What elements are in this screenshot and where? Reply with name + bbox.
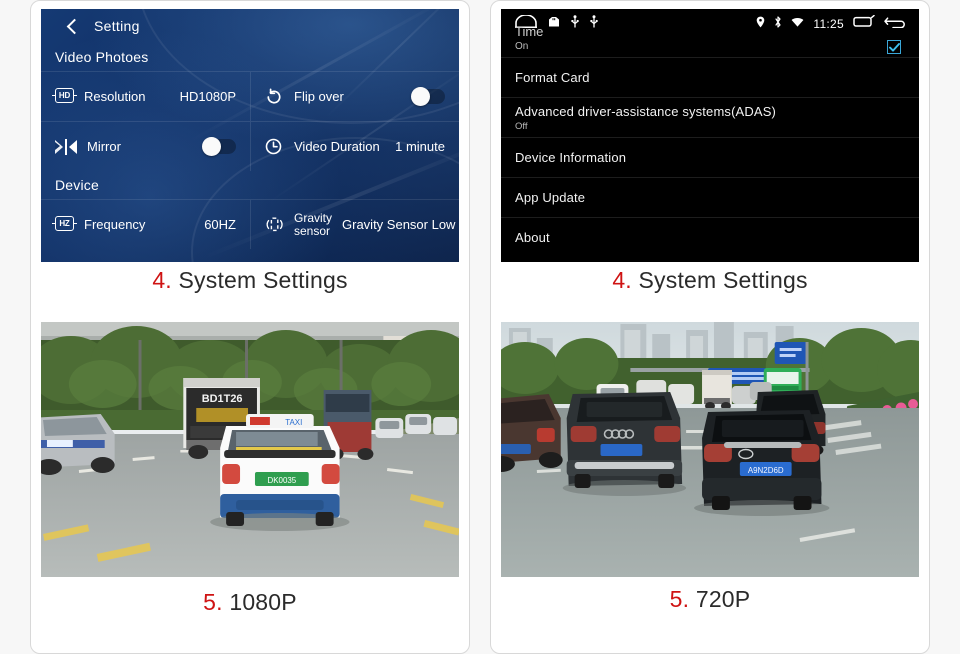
dashcam-photo-720p: A9N2D6D <box>501 322 919 577</box>
row-title: About <box>515 230 550 245</box>
row-title: Advanced driver-assistance systems(ADAS) <box>515 103 777 119</box>
setting-label: Mirror <box>87 139 121 154</box>
recents-icon[interactable] <box>853 14 875 33</box>
right-card-inner: 11:25 Time On Format Card Advanced drive… <box>501 9 919 645</box>
setting-item-mirror[interactable]: Mirror <box>41 122 250 171</box>
caption-720p: 5. 720P <box>501 586 919 613</box>
flip-over-toggle[interactable] <box>411 87 445 106</box>
caption-1080p: 5. 1080P <box>41 589 459 616</box>
gravity-sensor-icon <box>265 216 284 233</box>
status-bar-right-icons: 11:25 <box>756 14 907 33</box>
svg-text:A9N2D6D: A9N2D6D <box>748 466 784 475</box>
setting-label: Frequency <box>84 217 146 232</box>
android-status-bar: 11:25 <box>501 9 919 39</box>
settings-row: HZ Frequency 60HZ Gravity sensor Gravity… <box>41 199 459 249</box>
settings-row-device-information[interactable]: Device Information <box>501 137 919 177</box>
checkmark-icon <box>888 42 900 52</box>
settings-list: Format Card Advanced driver-assistance s… <box>501 57 919 257</box>
partial-row-checkbox[interactable] <box>887 40 901 54</box>
back-arrow-icon[interactable] <box>884 15 907 33</box>
row-title: Format Card <box>515 70 590 85</box>
caption-system-settings-left: 4. System Settings <box>41 267 459 294</box>
caption-number: 5. <box>669 586 690 612</box>
settings-row-adas[interactable]: Advanced driver-assistance systems(ADAS)… <box>501 97 919 137</box>
caption-number: 4. <box>612 267 632 293</box>
hd-icon: HD <box>55 88 74 105</box>
settings-row-app-update[interactable]: App Update <box>501 177 919 217</box>
caption-text: 1080P <box>229 589 297 615</box>
svg-text:BD1T26: BD1T26 <box>202 393 243 405</box>
rotate-icon <box>265 88 284 105</box>
partial-row-title: Time <box>515 27 544 36</box>
setting-label: Flip over <box>294 89 344 104</box>
caption-system-settings-right: 4. System Settings <box>501 267 919 294</box>
caption-number: 5. <box>203 589 223 615</box>
setting-value: 60HZ <box>204 217 236 232</box>
right-product-card: 11:25 Time On Format Card Advanced drive… <box>490 0 930 654</box>
mirror-toggle[interactable] <box>202 137 236 156</box>
row-title: Device Information <box>515 150 627 165</box>
settings-row-format-card[interactable]: Format Card <box>501 57 919 97</box>
left-product-card: Setting Video Photoes HD Resolution HD10… <box>30 0 470 654</box>
setting-value: Gravity Sensor Low <box>342 217 456 232</box>
setting-item-gravity-sensor[interactable]: Gravity sensor Gravity Sensor Low <box>250 200 459 249</box>
settings-row-about[interactable]: About <box>501 217 919 257</box>
sdcard-icon <box>548 15 560 33</box>
settings-row: HD Resolution HD1080P Flip over <box>41 71 459 121</box>
device-rows: HZ Frequency 60HZ Gravity sensor Gravity… <box>41 199 459 249</box>
android-settings-screen: 11:25 Time On Format Card Advanced drive… <box>501 9 919 262</box>
setting-value: 1 minute <box>395 139 445 154</box>
setting-item-flip-over[interactable]: Flip over <box>250 72 459 121</box>
clock-icon <box>265 138 284 155</box>
setting-titlebar: Setting <box>41 9 459 43</box>
location-pin-icon <box>756 15 765 33</box>
setting-item-resolution[interactable]: HD Resolution HD1080P <box>41 72 250 121</box>
svg-text:DK0035: DK0035 <box>267 476 296 485</box>
setting-label: Gravity sensor <box>294 210 333 238</box>
row-title: App Update <box>515 190 586 205</box>
setting-label: Resolution <box>84 89 146 104</box>
caption-text: System Settings <box>638 267 808 293</box>
section-header-video-photoes: Video Photoes <box>55 49 149 65</box>
section-header-device: Device <box>55 177 99 193</box>
chevron-left-icon[interactable] <box>66 18 83 35</box>
status-bar-clock: 11:25 <box>813 17 844 31</box>
video-photoes-rows: HD Resolution HD1080P Flip over Mirror V… <box>41 71 459 171</box>
toggle-knob <box>202 137 221 156</box>
partial-row-subtitle: On <box>515 41 529 52</box>
caption-text: 720P <box>695 586 751 612</box>
setting-title: Setting <box>94 18 140 34</box>
setting-label: Video Duration <box>294 139 380 154</box>
bluetooth-icon <box>774 15 782 33</box>
usb-icon <box>590 15 598 33</box>
setting-value: HD1080P <box>179 89 236 104</box>
row-subtitle: Off <box>515 120 528 132</box>
toggle-knob <box>411 87 430 106</box>
setting-item-video-duration[interactable]: Video Duration 1 minute <box>250 122 459 171</box>
setting-item-frequency[interactable]: HZ Frequency 60HZ <box>41 200 250 249</box>
caption-text: System Settings <box>178 267 348 293</box>
left-card-inner: Setting Video Photoes HD Resolution HD10… <box>41 9 459 645</box>
dashcam-setting-screen: Setting Video Photoes HD Resolution HD10… <box>41 9 459 262</box>
svg-text:TAXI: TAXI <box>285 418 302 427</box>
wifi-icon <box>791 15 804 33</box>
dashcam-photo-1080p: BD1T26 TAXI DK0035 <box>41 322 459 577</box>
usb-icon <box>571 15 579 33</box>
caption-number: 4. <box>152 267 172 293</box>
hz-icon: HZ <box>55 216 74 233</box>
settings-row: Mirror Video Duration 1 minute <box>41 121 459 171</box>
mirror-icon <box>55 138 77 155</box>
comparison-layout: Setting Video Photoes HD Resolution HD10… <box>0 0 960 654</box>
